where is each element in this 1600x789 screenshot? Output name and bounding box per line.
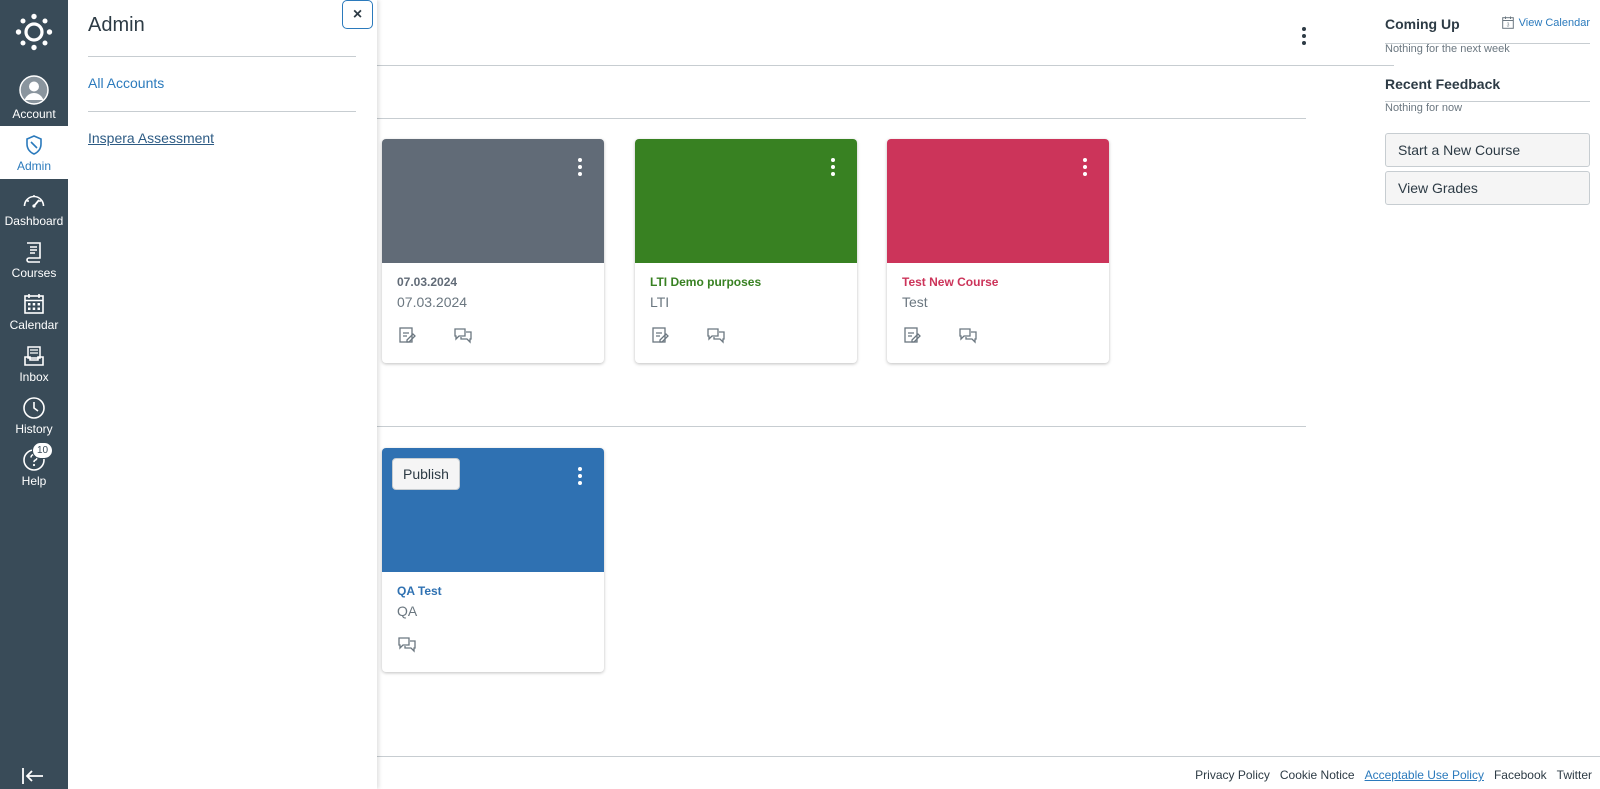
nav-item-help[interactable]: Help 10 — [0, 441, 68, 494]
nav-label: Calendar — [9, 318, 59, 332]
close-icon[interactable]: × — [353, 6, 362, 23]
nav-label: History — [15, 422, 53, 436]
canvas-logo[interactable] — [0, 0, 68, 64]
discussions-icon[interactable] — [453, 325, 473, 345]
assignments-icon[interactable] — [902, 325, 922, 345]
inbox-icon — [19, 343, 49, 369]
view-calendar-label[interactable]: View Calendar — [1519, 17, 1590, 29]
coming-up-note: Nothing for the next week — [1385, 43, 1510, 55]
tray-divider — [88, 56, 356, 57]
global-navigation: Account Admin Dashboard Courses Calendar — [0, 0, 68, 789]
course-card-subtitle: LTI — [650, 294, 670, 310]
course-card-title[interactable]: LTI Demo purposes — [650, 275, 761, 289]
account-icon — [19, 74, 49, 106]
canvas-logo-icon — [15, 13, 53, 51]
course-card[interactable]: LTI Demo purposes LTI — [635, 139, 857, 363]
nav-item-admin[interactable]: Admin — [0, 126, 68, 179]
view-calendar-link[interactable]: 3 View Calendar — [1501, 16, 1590, 29]
course-card-title[interactable]: 07.03.2024 — [397, 275, 457, 289]
tray-divider — [88, 111, 356, 112]
nav-label: Account — [12, 107, 56, 121]
course-card-hero[interactable] — [887, 139, 1109, 263]
tray-close-button[interactable]: × — [342, 0, 373, 29]
svg-text:3: 3 — [1506, 23, 1509, 29]
courses-icon — [19, 239, 49, 265]
nav-item-account[interactable]: Account — [0, 68, 68, 124]
course-card-title[interactable]: QA Test — [397, 584, 442, 598]
course-card-hero[interactable] — [382, 139, 604, 263]
course-card-subtitle: QA — [397, 603, 418, 619]
footer-privacy-policy-link[interactable]: Privacy Policy — [1195, 768, 1270, 782]
dashboard-options-kebab-icon[interactable] — [1296, 25, 1312, 47]
help-notification-badge: 10 — [32, 442, 53, 459]
nav-item-dashboard[interactable]: Dashboard — [0, 181, 68, 234]
card-options-kebab-icon[interactable] — [825, 155, 841, 179]
recent-feedback-note: Nothing for now — [1385, 102, 1463, 114]
assignments-icon[interactable] — [650, 325, 670, 345]
course-card[interactable]: Test New Course Test — [887, 139, 1109, 363]
nav-item-inbox[interactable]: Inbox — [0, 337, 68, 390]
header-divider — [368, 65, 1394, 66]
history-icon — [19, 395, 49, 421]
publish-button[interactable]: Publish — [392, 458, 460, 490]
unpublished-section-divider — [300, 426, 1306, 427]
footer-cookie-notice-link[interactable]: Cookie Notice — [1280, 768, 1355, 782]
discussions-icon[interactable] — [706, 325, 726, 345]
view-grades-button[interactable]: View Grades — [1385, 171, 1590, 205]
start-new-course-button[interactable]: Start a New Course — [1385, 133, 1590, 167]
nav-label: Dashboard — [4, 214, 64, 228]
course-card[interactable]: Publish QA Test QA — [382, 448, 604, 672]
course-card-hero[interactable] — [635, 139, 857, 263]
course-card-subtitle: Test — [902, 294, 928, 310]
assignments-icon[interactable] — [397, 325, 417, 345]
course-card-subtitle: 07.03.2024 — [397, 294, 468, 310]
card-options-kebab-icon[interactable] — [572, 155, 588, 179]
calendar-small-icon: 3 — [1501, 16, 1514, 29]
collapse-nav-icon[interactable] — [20, 765, 46, 787]
inspera-assessment-link[interactable]: Inspera Assessment — [88, 130, 214, 146]
course-card-title[interactable]: Test New Course — [902, 275, 998, 289]
recent-feedback-heading: Recent Feedback — [1385, 76, 1501, 92]
nav-item-history[interactable]: History — [0, 389, 68, 442]
tray-title: Admin — [88, 14, 145, 36]
nav-label: Courses — [11, 266, 57, 280]
nav-label: Admin — [16, 159, 51, 173]
calendar-icon — [19, 291, 49, 317]
card-options-kebab-icon[interactable] — [1077, 155, 1093, 179]
discussions-icon[interactable] — [397, 634, 417, 654]
card-options-kebab-icon[interactable] — [572, 464, 588, 488]
nav-label: Inbox — [19, 370, 49, 384]
admin-shield-icon — [19, 132, 49, 158]
nav-item-courses[interactable]: Courses — [0, 233, 68, 286]
nav-label: Help — [21, 474, 47, 488]
discussions-icon[interactable] — [958, 325, 978, 345]
course-card[interactable]: 07.03.2024 07.03.2024 — [382, 139, 604, 363]
coming-up-heading: Coming Up — [1385, 16, 1460, 32]
right-sidebar: Coming Up 3 View Calendar Nothing for th… — [1385, 0, 1590, 789]
nav-item-calendar[interactable]: Calendar — [0, 285, 68, 338]
dashboard-icon — [19, 187, 49, 213]
admin-tray: Admin × All Accounts Inspera Assessment — [68, 0, 377, 789]
published-section-divider — [300, 118, 1306, 119]
all-accounts-link[interactable]: All Accounts — [88, 75, 164, 91]
